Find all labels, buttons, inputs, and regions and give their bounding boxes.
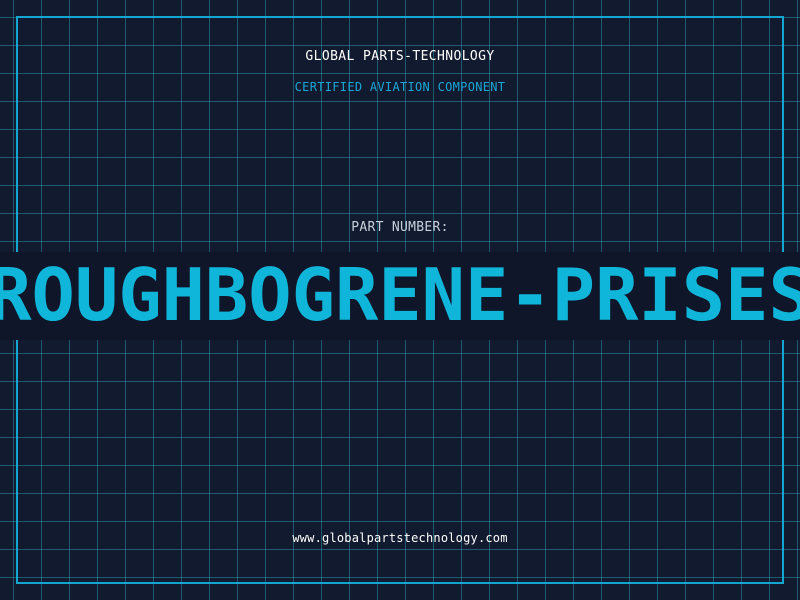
part-number-value: ROUGHBOGRENE-PRISES (0, 253, 800, 337)
company-name: GLOBAL PARTS-TECHNOLOGY (305, 49, 495, 64)
certification-subtitle: CERTIFIED AVIATION COMPONENT (294, 80, 506, 94)
part-number-band: ROUGHBOGRENE-PRISES (0, 252, 800, 340)
label-page: GLOBAL PARTS-TECHNOLOGY CERTIFIED AVIATI… (0, 0, 800, 600)
website-url: www.globalpartstechnology.com (292, 531, 508, 545)
part-number-label: PART NUMBER: (351, 220, 449, 235)
